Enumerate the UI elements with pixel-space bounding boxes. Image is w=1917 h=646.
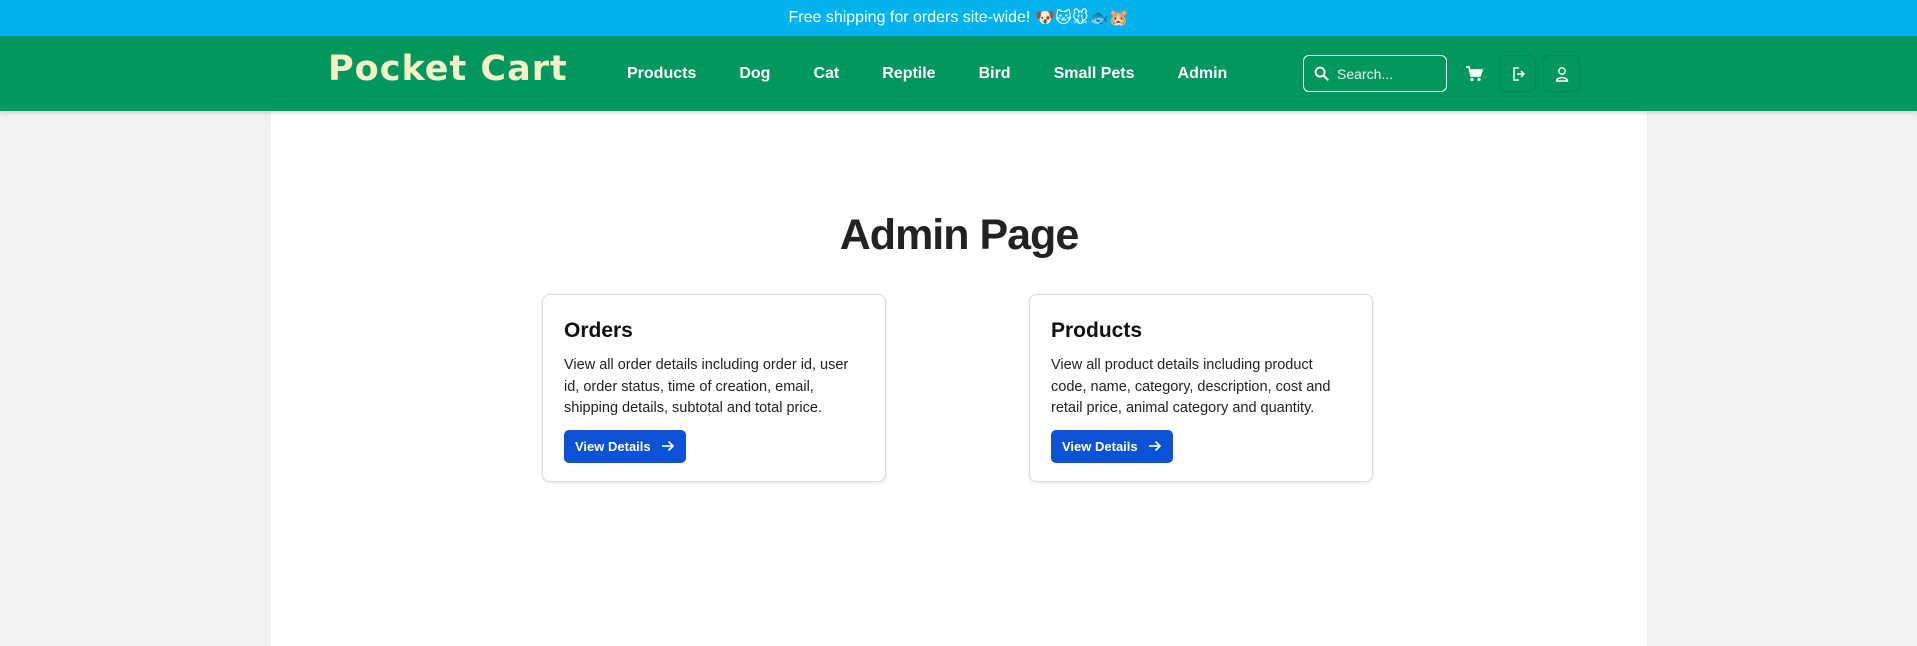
- cart-button[interactable]: [1455, 55, 1492, 92]
- products-card: Products View all product details includ…: [1029, 294, 1373, 482]
- nav-link-cat[interactable]: Cat: [813, 65, 839, 83]
- card-description: View all order details including order i…: [564, 357, 849, 416]
- nav-link-bird[interactable]: Bird: [979, 65, 1011, 83]
- page-title: Admin Page: [839, 211, 1080, 259]
- navbar: Pocket Cart Products Dog Cat Reptile Bir…: [0, 36, 1917, 111]
- products-view-details-button[interactable]: View Details: [1051, 429, 1173, 463]
- account-button[interactable]: [1543, 55, 1580, 92]
- nav-link-admin[interactable]: Admin: [1178, 65, 1228, 83]
- announcement-emoji: 🐶🐱🐭🐟🐹: [1035, 10, 1129, 27]
- card-title: Products: [1051, 319, 1143, 342]
- login-button[interactable]: [1499, 55, 1536, 92]
- cart-icon: [1465, 65, 1483, 81]
- user-icon: [1555, 66, 1568, 82]
- search-box[interactable]: [1303, 55, 1447, 92]
- orders-view-details-button[interactable]: View Details: [564, 429, 686, 463]
- nav-link-dog[interactable]: Dog: [739, 65, 770, 83]
- arrow-right-icon: [661, 440, 674, 452]
- announcement-text: Free shipping for orders site-wide!: [788, 9, 1031, 26]
- card-title: Orders: [564, 319, 633, 342]
- nav-link-products[interactable]: Products: [627, 65, 696, 83]
- search-input[interactable]: [1337, 65, 1437, 82]
- orders-card: Orders View all order details including …: [542, 294, 886, 482]
- main-content: Admin Page Orders View all order details…: [271, 111, 1647, 646]
- card-description: View all product details including produ…: [1051, 357, 1331, 416]
- login-icon: [1512, 66, 1525, 81]
- announcement-bar: Free shipping for orders site-wide! 🐶🐱🐭🐟…: [0, 0, 1917, 36]
- nav-link-reptile[interactable]: Reptile: [882, 65, 935, 83]
- button-label: View Details: [1062, 438, 1138, 454]
- logo[interactable]: Pocket Cart: [328, 49, 568, 89]
- search-icon: [1314, 66, 1329, 81]
- nav-link-small-pets[interactable]: Small Pets: [1054, 65, 1135, 83]
- nav-links: Products Dog Cat Reptile Bird Small Pets…: [627, 36, 1270, 111]
- button-label: View Details: [575, 438, 651, 454]
- arrow-right-icon: [1148, 440, 1161, 452]
